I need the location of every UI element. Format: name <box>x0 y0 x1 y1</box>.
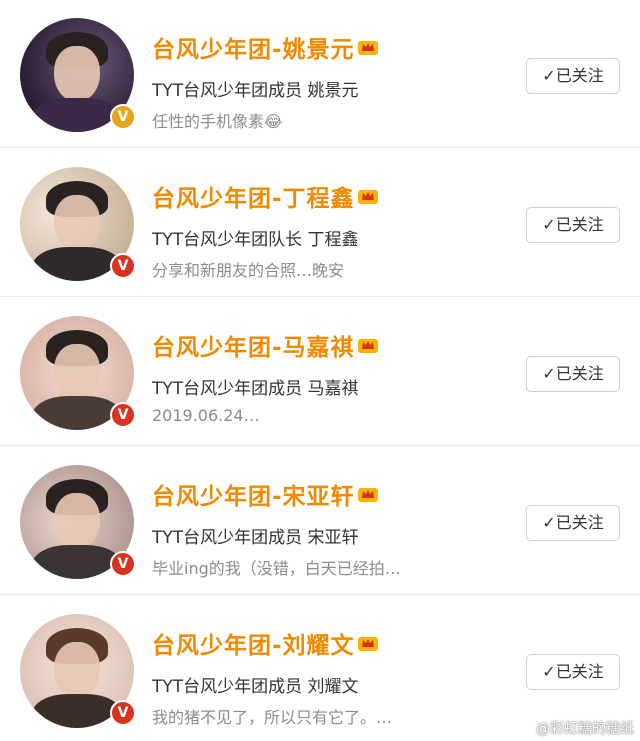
username[interactable]: 台风少年团-姚景元 <box>152 30 379 64</box>
verified-v-icon: V <box>110 700 136 726</box>
crown-icon <box>357 190 378 204</box>
user-description: TYT台风少年团成员 姚景元 <box>152 81 359 101</box>
list-item[interactable]: V 台风少年团-马嘉祺 TYT台风少年团成员 马嘉祺 2019.06.24… ✓… <box>0 298 640 446</box>
user-bio: 我的猪不见了，所以只有它了。… <box>152 708 393 727</box>
user-description: TYT台风少年团成员 宋亚轩 <box>152 528 359 548</box>
crown-icon <box>357 488 378 502</box>
weibo-logo-icon <box>515 721 532 736</box>
user-bio: 分享和新朋友的合照…晚安 <box>152 261 345 280</box>
verified-v-icon: V <box>110 253 136 279</box>
following-button[interactable]: ✓已关注 <box>526 356 620 392</box>
list-item[interactable]: V 台风少年团-姚景元 TYT台风少年团成员 姚景元 任性的手机像素😂 ✓已关注 <box>0 0 640 148</box>
following-button[interactable]: ✓已关注 <box>526 505 620 541</box>
user-bio: 任性的手机像素😂 <box>152 112 283 131</box>
username[interactable]: 台风少年团-马嘉祺 <box>152 328 379 362</box>
avatar[interactable]: V <box>20 316 136 430</box>
avatar[interactable]: V <box>20 465 136 579</box>
username[interactable]: 台风少年团-宋亚轩 <box>152 477 379 511</box>
user-bio: 毕业ing的我（没错，白天已经拍… <box>152 559 401 578</box>
user-description: TYT台风少年团成员 马嘉祺 <box>152 379 359 399</box>
following-list: V 台风少年团-姚景元 TYT台风少年团成员 姚景元 任性的手机像素😂 ✓已关注… <box>0 0 640 741</box>
verified-v-icon: V <box>110 104 136 130</box>
watermark: @彩虹糖的糖纸 <box>515 718 634 738</box>
user-bio: 2019.06.24… <box>152 406 260 425</box>
avatar[interactable]: V <box>20 167 136 281</box>
username[interactable]: 台风少年团-丁程鑫 <box>152 179 379 213</box>
verified-v-icon: V <box>110 402 136 428</box>
following-button[interactable]: ✓已关注 <box>526 654 620 690</box>
username[interactable]: 台风少年团-刘耀文 <box>152 626 379 660</box>
list-item[interactable]: V 台风少年团-刘耀文 TYT台风少年团成员 刘耀文 我的猪不见了，所以只有它了… <box>0 596 640 741</box>
following-button[interactable]: ✓已关注 <box>526 207 620 243</box>
list-item[interactable]: V 台风少年团-丁程鑫 TYT台风少年团队长 丁程鑫 分享和新朋友的合照…晚安 … <box>0 149 640 297</box>
avatar[interactable]: V <box>20 614 136 728</box>
crown-icon <box>357 339 378 353</box>
crown-icon <box>357 637 378 651</box>
user-description: TYT台风少年团队长 丁程鑫 <box>152 230 359 250</box>
following-button[interactable]: ✓已关注 <box>526 58 620 94</box>
avatar[interactable]: V <box>20 18 136 132</box>
crown-icon <box>357 41 378 55</box>
user-description: TYT台风少年团成员 刘耀文 <box>152 677 359 697</box>
verified-v-icon: V <box>110 551 136 577</box>
list-item[interactable]: V 台风少年团-宋亚轩 TYT台风少年团成员 宋亚轩 毕业ing的我（没错，白天… <box>0 447 640 595</box>
